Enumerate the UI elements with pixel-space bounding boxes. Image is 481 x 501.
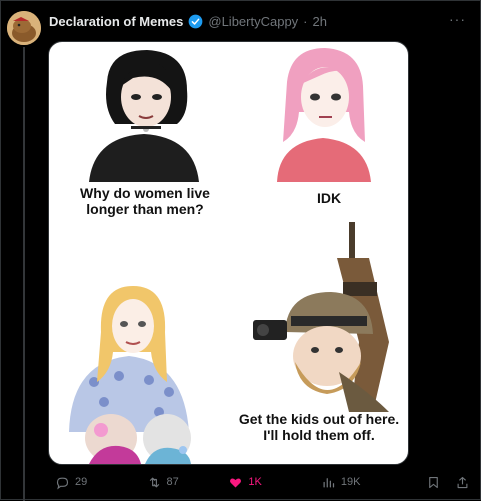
post-time[interactable]: 2h [313, 14, 327, 29]
bearded-soldier-illustration [239, 222, 408, 412]
goth-girl-illustration [49, 42, 229, 182]
heart-filled-icon [230, 477, 242, 487]
blonde-mother-with-kids-illustration [49, 272, 229, 464]
share-icon [457, 476, 468, 488]
top-left-caption: Why do women live longer than men? [80, 185, 210, 217]
bottom-right-caption: Get the kids out of here. I'll hold them… [238, 411, 400, 443]
author-avatar[interactable] [7, 11, 41, 45]
like-button[interactable]: 1K [228, 475, 321, 490]
tweet-card[interactable]: Declaration of Memes @LibertyCappy · 2h … [0, 0, 481, 501]
tweet-actions: 29 87 1K 19K [49, 473, 470, 491]
like-count: 1K [248, 476, 262, 488]
tweet-header: Declaration of Memes @LibertyCappy · 2h [49, 11, 327, 31]
views-button[interactable]: 19K [321, 475, 426, 490]
share-button[interactable] [455, 475, 470, 490]
pink-haired-girl-illustration [239, 42, 408, 182]
bookmark-icon [429, 476, 438, 488]
verified-badge-icon [189, 14, 203, 28]
repost-count: 87 [166, 476, 179, 488]
thread-line [23, 47, 25, 501]
reply-icon [56, 477, 69, 490]
author-name[interactable]: Declaration of Memes [49, 14, 183, 29]
bookmark-button[interactable] [426, 475, 441, 490]
view-count: 19K [340, 476, 361, 488]
capybara-avatar-icon [7, 11, 41, 45]
more-options-icon[interactable]: ··· [449, 11, 466, 27]
repost-button[interactable]: 87 [147, 475, 229, 490]
analytics-icon [323, 477, 334, 487]
separator-dot: · [303, 13, 308, 29]
repost-icon [149, 477, 159, 487]
author-handle[interactable]: @LibertyCappy [208, 14, 298, 29]
reply-count: 29 [75, 476, 88, 488]
reply-button[interactable]: 29 [55, 475, 147, 490]
top-right-caption: IDK [316, 190, 342, 206]
meme-image[interactable]: Why do women live longer than men? IDK G… [48, 41, 409, 465]
